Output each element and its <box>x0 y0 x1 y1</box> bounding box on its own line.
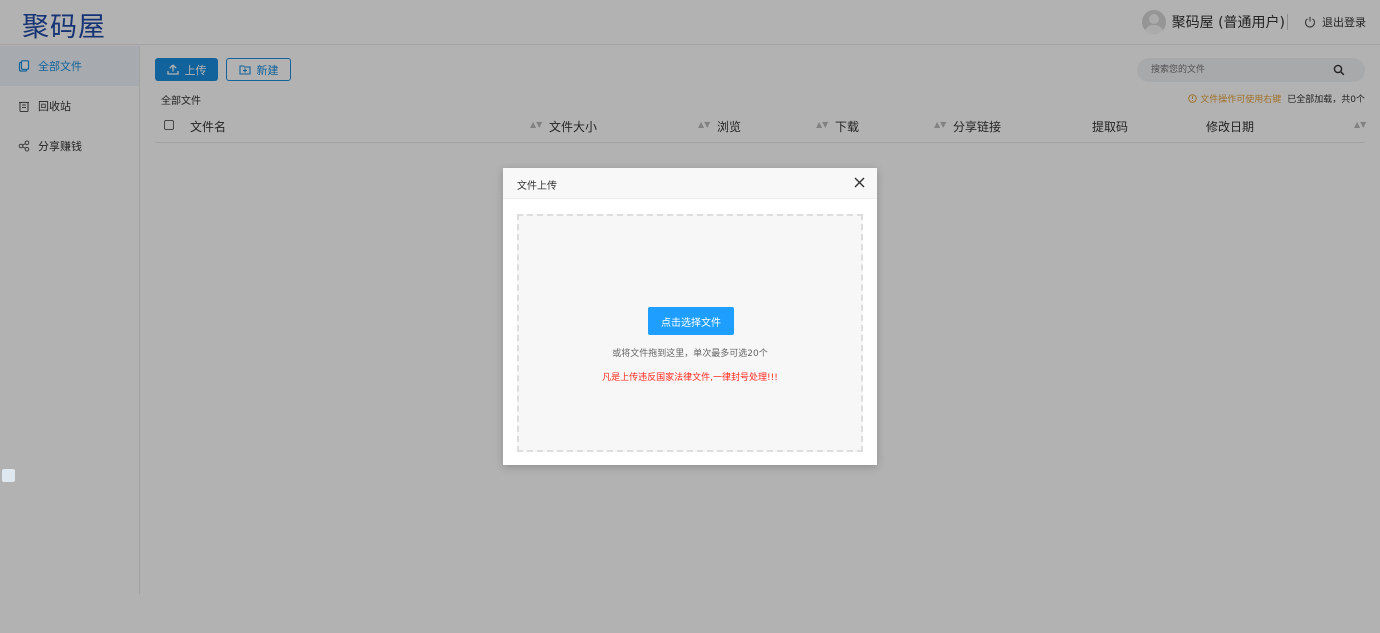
legal-warning: 凡是上传违反国家法律文件,一律封号处理!!! <box>602 373 778 383</box>
floating-checkbox[interactable] <box>2 469 15 482</box>
upload-dialog: 文件上传 点击选择文件 或将文件拖到这里，单次最多可选20个 凡是上传违反国家法… <box>503 168 877 465</box>
choose-file-button[interactable]: 点击选择文件 <box>648 307 734 335</box>
dialog-title: 文件上传 <box>517 181 557 192</box>
dialog-header: 文件上传 <box>503 168 877 199</box>
file-dropzone[interactable]: 点击选择文件 或将文件拖到这里，单次最多可选20个 凡是上传违反国家法律文件,一… <box>517 214 863 452</box>
close-icon[interactable] <box>854 177 865 188</box>
drop-hint: 或将文件拖到这里，单次最多可选20个 <box>612 349 768 359</box>
